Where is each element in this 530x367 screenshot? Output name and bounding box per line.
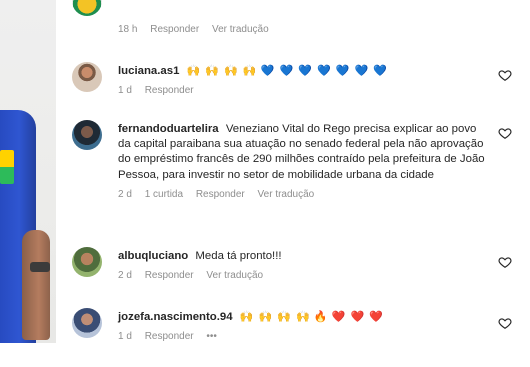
reply-button[interactable]: Responder	[196, 189, 245, 200]
like-heart-icon[interactable]	[498, 126, 512, 140]
comment-time: 18 h	[118, 24, 138, 35]
comment-time: 1 d	[118, 85, 132, 97]
comment-emoji-fire: 🔥	[313, 311, 329, 323]
avatar[interactable]	[72, 0, 102, 16]
comment-emoji-hearts: 💙 💙 💙 💙 💙 💙 💙	[260, 65, 388, 77]
comment-time: 2 d	[118, 188, 132, 200]
comment-emoji-hearts: ❤️ ❤️ ❤️	[331, 311, 384, 323]
avatar[interactable]	[72, 62, 102, 92]
reply-button[interactable]: Responder	[150, 24, 199, 35]
like-heart-icon[interactable]	[498, 316, 512, 330]
avatar[interactable]	[72, 120, 102, 150]
avatar[interactable]	[72, 247, 102, 277]
like-heart-icon[interactable]	[498, 68, 512, 82]
reply-button[interactable]: Responder	[145, 85, 194, 96]
reply-button[interactable]: Responder	[145, 270, 194, 281]
comment-username[interactable]: luciana.as1	[118, 65, 179, 77]
more-options-icon[interactable]: •••	[206, 331, 217, 342]
comment-emoji: 🙌 🙌 🙌 🙌	[186, 65, 258, 77]
comment-text: Meda tá pronto!!!	[195, 250, 282, 262]
translate-button[interactable]: Ver tradução	[212, 24, 269, 35]
reply-button[interactable]: Responder	[145, 331, 194, 342]
comment-time: 2 d	[118, 270, 132, 282]
comment-username[interactable]: albuqluciano	[118, 250, 188, 262]
translate-button[interactable]: Ver tradução	[206, 270, 263, 281]
comment-username[interactable]: fernandoduartelira	[118, 123, 219, 135]
comment-time: 1 d	[118, 331, 132, 343]
comments-panel: 18 h Responder Ver tradução luciana.as1 …	[0, 0, 530, 343]
translate-button[interactable]: Ver tradução	[258, 189, 315, 200]
comment-emoji: 🙌 🙌 🙌 🙌	[239, 311, 311, 323]
bottom-bar	[0, 343, 530, 367]
like-heart-icon[interactable]	[498, 255, 512, 269]
comment-username[interactable]: jozefa.nascimento.94	[118, 311, 233, 323]
avatar[interactable]	[72, 308, 102, 338]
likes-count[interactable]: 1 curtida	[145, 189, 183, 200]
